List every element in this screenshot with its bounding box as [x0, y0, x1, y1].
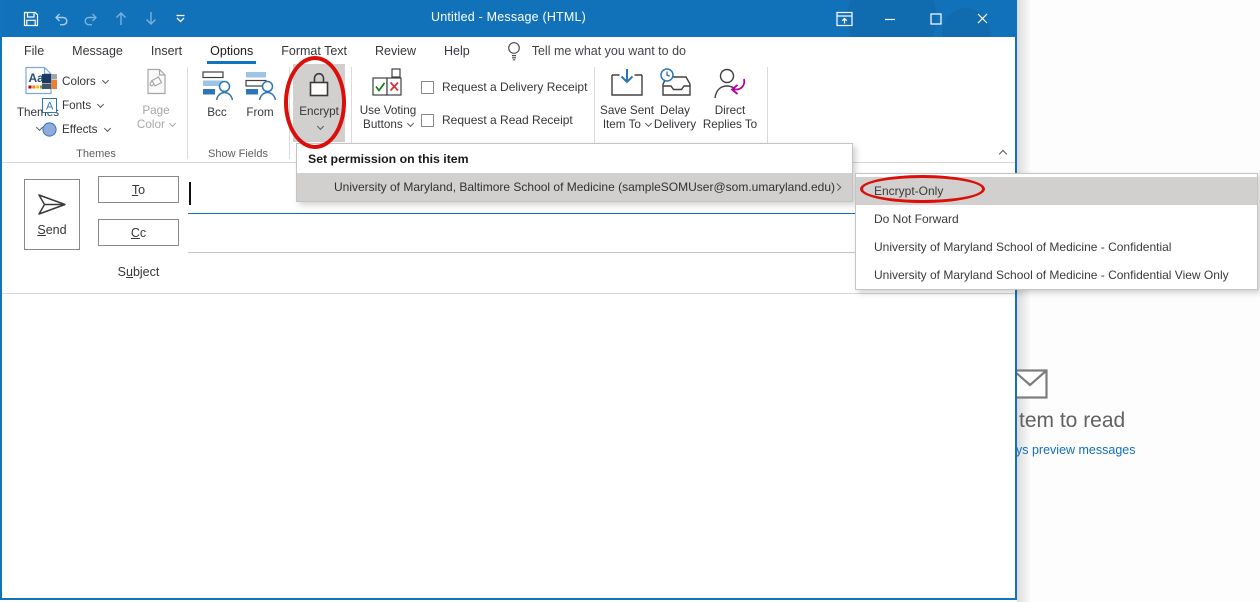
lightbulb-icon [506, 41, 522, 61]
use-voting-buttons-button[interactable]: Use Voting Buttons [357, 68, 419, 132]
ribbon-display-options-icon[interactable] [821, 0, 867, 37]
theme-fonts-label: Fonts [62, 99, 91, 112]
delay-delivery-label-line1: Delay [660, 104, 690, 118]
menu-item-confidential-view-only[interactable]: University of Maryland School of Medicin… [856, 261, 1257, 289]
theme-effects-button[interactable]: Effects [42, 120, 142, 139]
subject-label: Subject [98, 265, 179, 279]
close-button[interactable] [959, 0, 1005, 37]
bcc-button[interactable]: Bcc [198, 70, 236, 120]
bcc-label: Bcc [207, 106, 226, 120]
voting-label-line2: Buttons [363, 118, 413, 132]
menu-item-do-not-forward[interactable]: Do Not Forward [856, 205, 1257, 233]
page-color-label-line1: Page [142, 104, 169, 118]
send-plane-icon [36, 192, 68, 217]
window-controls [821, 0, 1005, 37]
chevron-down-icon [103, 125, 110, 132]
show-fields-group-label: Show Fields [192, 148, 284, 160]
bcc-icon [202, 70, 233, 101]
direct-replies-label-line2: Replies To [703, 118, 757, 132]
chevron-down-icon [407, 120, 414, 127]
from-label: From [246, 106, 273, 120]
checkbox-icon[interactable] [421, 114, 434, 127]
delivery-receipt-label: Request a Delivery Receipt [442, 80, 587, 94]
tab-options[interactable]: Options [198, 37, 265, 64]
read-receipt-label: Request a Read Receipt [442, 113, 573, 127]
window-edge-shadow [1017, 0, 1031, 602]
send-label: Send [37, 223, 66, 237]
from-icon [245, 70, 276, 101]
direct-replies-label-line1: Direct [715, 104, 746, 118]
tell-me-box[interactable]: Tell me what you want to do [506, 37, 686, 64]
theme-effects-icon [42, 122, 57, 137]
delay-delivery-button[interactable]: Delay Delivery [652, 68, 698, 132]
reading-pane-partial-text: tem to read [1019, 409, 1125, 433]
tell-me-label: Tell me what you want to do [532, 44, 686, 58]
menu-header: Set permission on this item [297, 144, 852, 173]
theme-colors-button[interactable]: Colors [42, 72, 142, 91]
read-receipt-checkbox[interactable]: Request a Read Receipt [421, 113, 573, 127]
themes-group-label: Themes [10, 148, 182, 160]
tab-message[interactable]: Message [60, 37, 135, 64]
message-body-editor[interactable] [2, 293, 1015, 598]
permission-submenu: Encrypt-Only Do Not Forward University o… [855, 173, 1258, 290]
cc-button[interactable]: Cc [98, 219, 179, 246]
theme-fonts-button[interactable]: A Fonts [42, 96, 142, 115]
page-color-icon [144, 68, 169, 95]
save-sent-icon [609, 68, 645, 99]
tab-file[interactable]: File [12, 37, 56, 64]
voting-icon [370, 68, 406, 98]
direct-replies-icon [713, 68, 747, 99]
tab-insert[interactable]: Insert [139, 37, 194, 64]
page-color-button: Page Color [136, 68, 176, 132]
chevron-down-icon [316, 123, 323, 130]
delivery-receipt-checkbox[interactable]: Request a Delivery Receipt [421, 80, 587, 94]
svg-text:A: A [46, 101, 54, 113]
theme-colors-label: Colors [62, 75, 96, 88]
tab-review[interactable]: Review [363, 37, 428, 64]
encrypt-label: Encrypt [299, 105, 339, 119]
save-sent-label-line1: Save Sent [600, 104, 654, 118]
theme-effects-label: Effects [62, 123, 98, 136]
theme-fonts-icon: A [42, 98, 57, 113]
delay-delivery-label-line2: Delivery [654, 118, 696, 132]
to-button[interactable]: To [98, 176, 179, 203]
menu-item-confidential[interactable]: University of Maryland School of Medicin… [856, 233, 1257, 261]
cc-input[interactable] [188, 252, 855, 253]
chevron-down-icon [97, 101, 104, 108]
group-separator [187, 67, 188, 159]
delay-delivery-icon [657, 68, 693, 99]
send-button[interactable]: Send [24, 179, 80, 250]
to-input[interactable] [188, 213, 855, 214]
outlook-screen: tem to read ys preview messages [0, 0, 1260, 602]
checkbox-icon[interactable] [421, 81, 434, 94]
text-cursor [189, 182, 191, 205]
direct-replies-button[interactable]: Direct Replies To [699, 68, 761, 132]
tab-help[interactable]: Help [432, 37, 482, 64]
save-sent-label-line2: Item To [603, 118, 651, 132]
save-sent-item-button[interactable]: Save Sent Item To [600, 68, 654, 132]
lock-icon [307, 71, 331, 98]
encrypt-button[interactable]: Encrypt [293, 64, 345, 142]
set-permission-menu: Set permission on this item University o… [296, 143, 853, 202]
message-compose-window: Untitled - Message (HTML) [0, 0, 1017, 600]
collapse-ribbon-button[interactable] [995, 148, 1011, 160]
preview-messages-link[interactable]: ys preview messages [1016, 443, 1136, 457]
menu-item-encrypt-only[interactable]: Encrypt-Only [856, 177, 1257, 205]
account-permission-item[interactable]: University of Maryland, Baltimore School… [297, 173, 852, 201]
chevron-down-icon [169, 120, 176, 127]
tab-format-text[interactable]: Format Text [269, 37, 359, 64]
from-button[interactable]: From [241, 70, 279, 120]
voting-label-line1: Use Voting [360, 104, 417, 118]
page-color-label-line2: Color [137, 118, 175, 132]
chevron-up-icon [999, 150, 1007, 158]
maximize-button[interactable] [913, 0, 959, 37]
minimize-button[interactable] [867, 0, 913, 37]
envelope-icon [1012, 369, 1048, 399]
group-separator [289, 67, 290, 159]
titlebar: Untitled - Message (HTML) [2, 0, 1015, 37]
ribbon-tab-row: File Message Insert Options Format Text … [2, 37, 1015, 64]
chevron-down-icon [102, 77, 109, 84]
theme-colors-icon [42, 74, 57, 89]
